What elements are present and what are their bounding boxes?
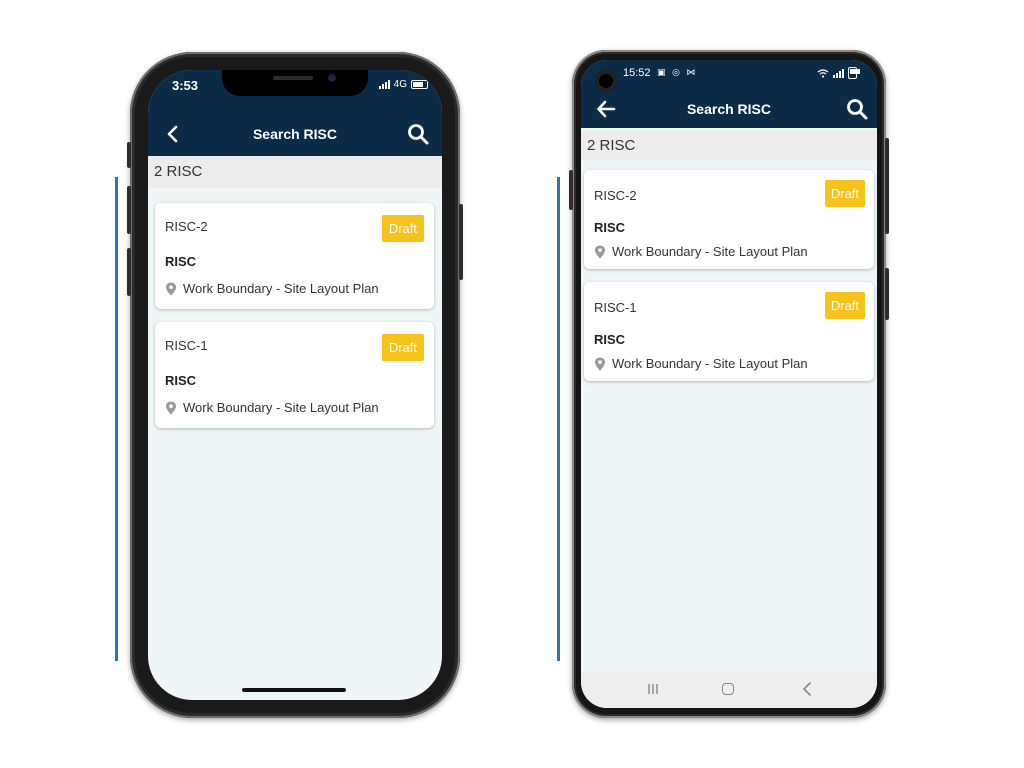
- battery-icon: [848, 67, 860, 79]
- location-pin-icon: [166, 401, 176, 414]
- card-id: RISC-2: [165, 219, 208, 234]
- status-badge: Draft: [381, 334, 424, 361]
- status-badge: Draft: [824, 292, 865, 319]
- iphone-device-frame: 3:53 4G Search RISC 2 RISC RISC-2 Draft …: [127, 52, 463, 718]
- recent-apps-icon[interactable]: [647, 683, 659, 695]
- risc-card[interactable]: RISC-2 Draft RISC Work Boundary - Site L…: [155, 203, 434, 309]
- card-type: RISC: [594, 332, 626, 347]
- location-pin-icon: [166, 282, 176, 295]
- signal-icon: [378, 80, 390, 89]
- card-type: RISC: [165, 254, 197, 269]
- nav-bar: Search RISC: [148, 118, 442, 150]
- android-screen: 15:52 ▣ ◎ ⋈ Search RISC 2 RISC RISC-2 Dr…: [581, 60, 877, 708]
- card-id: RISC-2: [594, 188, 637, 203]
- status-time: 3:53: [172, 78, 199, 93]
- search-icon[interactable]: [406, 122, 430, 146]
- card-type: RISC: [165, 373, 197, 388]
- power-button: [885, 268, 889, 320]
- card-location: Work Boundary - Site Layout Plan: [165, 400, 379, 415]
- result-count-bar: 2 RISC: [581, 130, 877, 160]
- location-text: Work Boundary - Site Layout Plan: [612, 356, 808, 371]
- location-text: Work Boundary - Site Layout Plan: [183, 281, 379, 296]
- status-indicators: 4G: [378, 79, 428, 90]
- front-camera: [328, 74, 336, 82]
- location-pin-icon: [595, 357, 605, 370]
- result-count-bar: 2 RISC: [148, 156, 442, 188]
- home-icon[interactable]: [722, 683, 734, 695]
- card-location: Work Boundary - Site Layout Plan: [594, 356, 808, 371]
- bixby-button: [569, 170, 573, 210]
- back-icon[interactable]: [801, 682, 813, 696]
- nav-bar: Search RISC: [581, 90, 877, 124]
- risc-card[interactable]: RISC-1 Draft RISC Work Boundary - Site L…: [584, 282, 874, 381]
- risc-card[interactable]: RISC-1 Draft RISC Work Boundary - Site L…: [155, 322, 434, 428]
- notch: [222, 70, 368, 96]
- status-indicators: [817, 67, 860, 79]
- notification-icons: ▣ ◎ ⋈: [657, 67, 698, 77]
- status-badge: Draft: [381, 215, 424, 242]
- signal-icon: [833, 68, 844, 78]
- iphone-screen: 3:53 4G Search RISC 2 RISC RISC-2 Draft …: [148, 70, 442, 700]
- volume-up-button: [127, 186, 131, 234]
- card-location: Work Boundary - Site Layout Plan: [594, 244, 808, 259]
- mute-switch: [127, 142, 131, 168]
- location-text: Work Boundary - Site Layout Plan: [612, 244, 808, 259]
- risc-card[interactable]: RISC-2 Draft RISC Work Boundary - Site L…: [584, 170, 874, 269]
- network-label: 4G: [393, 79, 407, 90]
- battery-icon: [411, 80, 428, 89]
- side-button: [459, 204, 463, 280]
- location-text: Work Boundary - Site Layout Plan: [183, 400, 379, 415]
- page-title: Search RISC: [252, 126, 338, 142]
- home-indicator[interactable]: [242, 688, 346, 692]
- volume-button: [885, 138, 889, 234]
- status-time: 15:52: [623, 67, 651, 79]
- page-title: Search RISC: [686, 101, 772, 117]
- front-camera: [595, 70, 617, 92]
- card-id: RISC-1: [165, 338, 208, 353]
- app-header: 15:52 ▣ ◎ ⋈ Search RISC: [581, 60, 877, 128]
- card-type: RISC: [594, 220, 626, 235]
- left-accent-line: [115, 177, 118, 661]
- right-accent-line: [557, 177, 560, 661]
- system-nav-bar: [581, 672, 877, 708]
- status-badge: Draft: [824, 180, 865, 207]
- speaker-grille: [273, 76, 313, 80]
- location-pin-icon: [595, 245, 605, 258]
- wifi-icon: [817, 68, 829, 78]
- card-location: Work Boundary - Site Layout Plan: [165, 281, 379, 296]
- card-id: RISC-1: [594, 300, 637, 315]
- search-icon[interactable]: [845, 97, 869, 121]
- result-count: 2 RISC: [587, 137, 636, 154]
- android-device-frame: 15:52 ▣ ◎ ⋈ Search RISC 2 RISC RISC-2 Dr…: [569, 50, 889, 718]
- result-count: 2 RISC: [154, 163, 203, 180]
- volume-down-button: [127, 248, 131, 296]
